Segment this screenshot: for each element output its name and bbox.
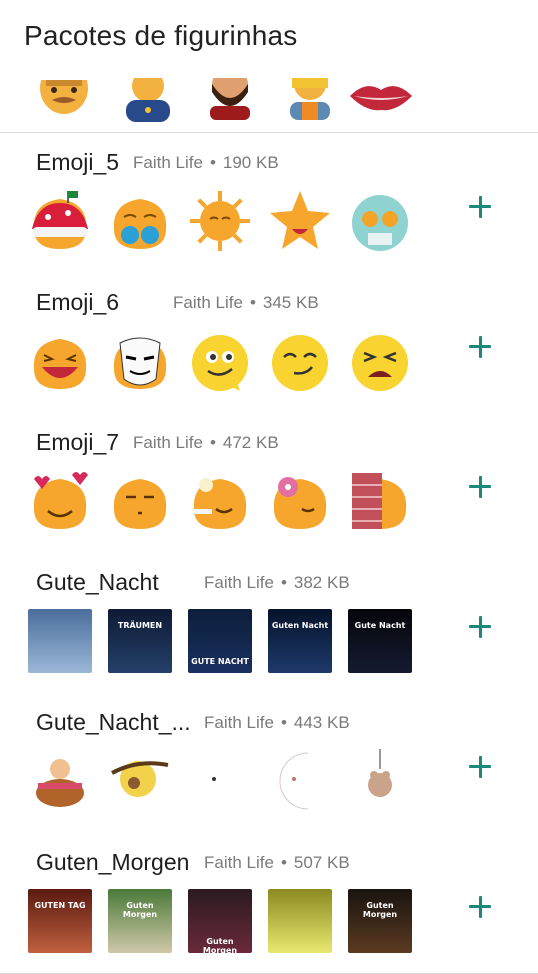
add-pack-button[interactable] <box>462 189 498 225</box>
pack-publisher: Faith Life <box>133 433 203 452</box>
guten-morgen-flowers-sticker: Guten Morgen <box>108 889 172 953</box>
add-pack-button[interactable] <box>462 609 498 645</box>
guten-morgen-cup-sticker: Guten Morgen <box>348 889 412 953</box>
sticker-pack-row[interactable]: Emoji_5 Faith Life • 190 KB <box>0 133 538 274</box>
guten-morgen-text-sticker <box>268 889 332 953</box>
guten-morgen-card-sticker: Guten Morgen <box>188 889 252 953</box>
moon-face-sticker <box>268 749 332 813</box>
separator-dot: • <box>280 713 287 732</box>
pack-meta: Faith Life • 443 KB <box>204 713 350 733</box>
sticker-pack-row[interactable]: Emoji_6 Faith Life • 345 KB <box>0 273 538 414</box>
page-title: Pacotes de figurinhas <box>24 20 298 51</box>
tree-moon-sticker <box>108 749 172 813</box>
separator-dot: • <box>209 153 216 172</box>
hanging-bear-sticker <box>348 749 412 813</box>
sticker-pack-row-partial[interactable] <box>0 78 538 133</box>
teddy-bear-night-sticker <box>28 609 92 673</box>
emoji-sun-sticker <box>188 189 252 253</box>
emoji-smirk-sticker <box>268 329 332 393</box>
emoji-donut-sticker <box>268 469 332 533</box>
emoji-bikini-sticker <box>108 189 172 253</box>
emoji-speech-bubble-sticker <box>188 329 252 393</box>
sticker-pack-row[interactable]: Gute_Nacht Faith Life • 382 KB TRÄUMEN GUTE… <box>0 553 538 694</box>
separator-dot: • <box>280 573 287 592</box>
pack-meta: Faith Life • 382 KB <box>204 573 350 593</box>
pack-name: Emoji_7 <box>36 429 120 455</box>
bearded-man-emoji-icon <box>210 78 250 120</box>
emoji-laughing-sticker <box>28 329 92 393</box>
pack-name: Guten_Morgen <box>36 849 190 875</box>
emoji-mask-sticker <box>108 329 172 393</box>
emoji-santa-hat-sticker <box>28 189 92 253</box>
sticker-pack-row[interactable]: Emoji_7 Faith Life • 472 KB <box>0 413 538 554</box>
pack-publisher: Faith Life <box>133 153 203 172</box>
pack-meta: Faith Life • 472 KB <box>133 433 279 453</box>
pack-publisher: Faith Life <box>173 293 243 312</box>
baby-basket-sticker <box>28 749 92 813</box>
pack-publisher: Faith Life <box>204 573 274 592</box>
gute-nacht-card-sticker: GUTE NACHT <box>188 609 252 673</box>
gute-nacht-owl-sticker: Guten Nacht <box>268 609 332 673</box>
pack-size: 472 KB <box>222 433 279 452</box>
guten-tag-card-sticker: GUTEN TAG <box>28 889 92 953</box>
pack-size: 443 KB <box>293 713 350 732</box>
pack-size: 507 KB <box>293 853 350 872</box>
separator-dot: • <box>209 433 216 452</box>
traumen-card-sticker: TRÄUMEN <box>108 609 172 673</box>
emoji-neutral-sticker <box>108 469 172 533</box>
pack-name: Gute_Nacht_... <box>36 709 191 735</box>
pack-name: Gute_Nacht <box>36 569 159 595</box>
pack-size: 190 KB <box>222 153 279 172</box>
pack-publisher: Faith Life <box>204 713 274 732</box>
emoji-brick-wall-sticker <box>348 469 412 533</box>
pack-publisher: Faith Life <box>204 853 274 872</box>
pack-size: 345 KB <box>262 293 319 312</box>
add-pack-button[interactable] <box>462 469 498 505</box>
pack-name: Emoji_6 <box>36 289 120 315</box>
emoji-sad-sticker <box>348 329 412 393</box>
emoji-lightbulb-sticker <box>188 469 252 533</box>
add-pack-button[interactable] <box>462 329 498 365</box>
police-officer-emoji-icon <box>126 78 170 122</box>
man-emoji-icon <box>40 80 88 114</box>
pack-meta: Faith Life • 507 KB <box>204 853 350 873</box>
moon-gute-nacht-sticker: Gute Nacht <box>348 609 412 673</box>
pack-meta: Faith Life • 345 KB <box>173 293 319 313</box>
app-header: Pacotes de figurinhas <box>0 0 538 78</box>
lips-emoji-icon <box>350 86 412 111</box>
crescent-moon-sticker <box>188 749 252 813</box>
woman-worker-emoji-icon <box>290 78 330 120</box>
emoji-skull-sticker <box>348 189 412 253</box>
pack-name: Emoji_5 <box>36 149 120 175</box>
sticker-pack-row[interactable]: Guten_Morgen Faith Life • 507 KB GUTEN TAG … <box>0 833 538 974</box>
pack-meta: Faith Life • 190 KB <box>133 153 279 173</box>
separator-dot: • <box>280 853 287 872</box>
sticker-pack-row[interactable]: Gute_Nacht_... Faith Life • 443 KB <box>0 693 538 834</box>
add-pack-button[interactable] <box>462 749 498 785</box>
emoji-hearts-sticker <box>28 469 92 533</box>
separator-dot: • <box>249 293 256 312</box>
pack-size: 382 KB <box>293 573 350 592</box>
emoji-star-sticker <box>268 189 332 253</box>
